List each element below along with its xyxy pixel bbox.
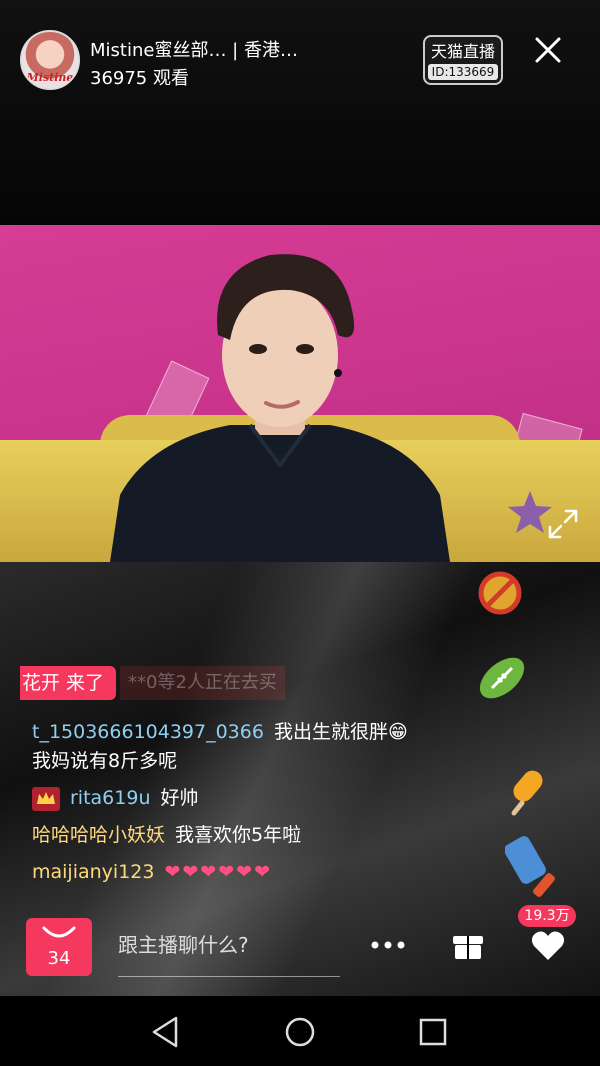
welcome-ghost: **0等2人正在去买 [120,666,285,700]
chat-input[interactable]: 跟主播聊什么? [118,930,340,977]
comment-user[interactable]: 哈哈哈哈小妖妖 [32,824,165,846]
ice-pop-icon [511,770,543,816]
streamer-avatar[interactable]: Mistine [20,30,80,90]
recents-icon[interactable] [413,1012,453,1052]
welcome-tag: 花开 来了 [20,666,117,700]
sale-tag-icon [505,836,555,897]
comment-text: 我喜欢你5年啦 [175,824,302,846]
comment-item: 哈哈哈哈小妖妖 我喜欢你5年啦 [32,821,412,850]
platform-name: 天猫直播 [430,42,495,61]
football-icon [479,657,525,699]
system-nav-bar [0,996,600,1066]
live-header [0,0,600,225]
expand-icon[interactable] [546,507,580,541]
comment-text: 好帅 [160,787,199,809]
comment-item: maijianyi123 ❤❤❤❤❤❤ [32,858,412,887]
avatar-logo: Mistine [26,71,74,84]
comment-feed: t_1503666104397_0366 我出生就很胖😁我妈说有8斤多呢 rita… [32,718,412,895]
crown-icon [32,786,60,811]
back-icon[interactable] [146,1012,186,1052]
comment-item: rita619u 好帅 [32,784,412,813]
comment-user[interactable]: t_1503666104397_0366 [32,721,264,743]
no-sign-icon [478,571,522,615]
bag-count: 34 [47,948,71,969]
more-icon[interactable] [370,935,406,955]
comment-user[interactable]: rita619u [70,787,151,809]
platform-id: ID:133669 [428,64,498,80]
comment-item: t_1503666104397_0366 我出生就很胖😁我妈说有8斤多呢 [32,718,412,776]
home-icon[interactable] [280,1012,320,1052]
comment-user[interactable]: maijianyi123 [32,861,154,883]
live-video[interactable] [0,225,600,562]
viewer-count: 36975 观看 [90,68,189,89]
like-count: 19.3万 [518,905,576,927]
gift-icon[interactable] [450,926,486,962]
host-figure [110,254,450,562]
close-icon[interactable] [530,32,566,68]
heart-icon[interactable] [530,928,566,964]
comment-text: ❤❤❤❤❤❤ [164,861,272,883]
room-title[interactable]: Mistine蜜丝部… | 香港… [90,36,298,62]
platform-badge[interactable]: 天猫直播 ID:133669 [423,35,503,85]
